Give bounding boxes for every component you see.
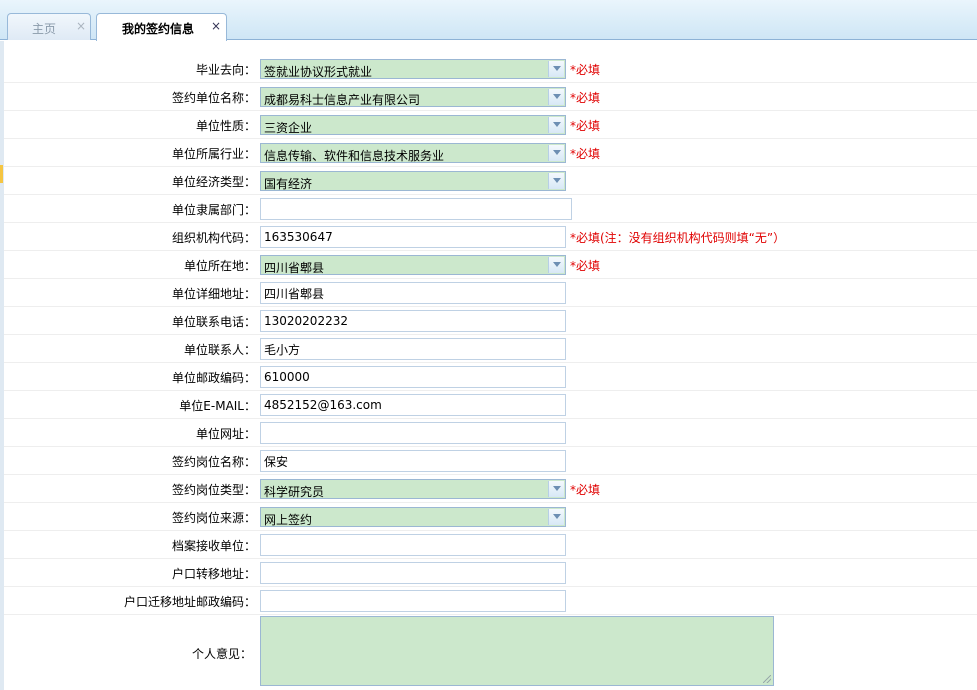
website-input[interactable] [260,422,566,444]
select-value: 四川省郫县 [264,261,325,275]
tab-my-contract-info[interactable]: 我的签约信息 × [96,13,227,41]
field-label: 户口迁移地址邮政编码： [123,595,256,609]
field-label: 单位经济类型： [171,175,256,189]
form-row-position-name: 签约岗位名称： [4,447,977,475]
form-row-position-type: 签约岗位类型： 科学研究员 *必填 [4,475,977,503]
contact-input[interactable] [260,338,566,360]
field-label: 档案接收单位： [171,539,256,553]
required-note: *必填 [570,259,601,273]
affiliated-department-input[interactable] [260,198,572,220]
field-label: 单位联系电话： [171,315,256,329]
field-label: 单位所在地： [183,259,256,273]
field-label: 单位E-MAIL： [179,399,256,413]
graduation-direction-select[interactable]: 签就业协议形式就业 [260,59,566,79]
form-row-economic-type: 单位经济类型： 国有经济 [4,167,977,195]
required-note: *必填 [570,63,601,77]
select-value: 科学研究员 [264,485,325,499]
field-label: 单位邮政编码： [171,371,256,385]
position-source-select[interactable]: 网上签约 [260,507,566,527]
resize-grip-icon[interactable] [763,675,771,683]
field-label: 单位性质： [195,119,256,133]
employer-name-select[interactable]: 成都易科士信息产业有限公司 [260,87,566,107]
form-row-postcode: 单位邮政编码： [4,363,977,391]
required-note: *必填 [570,483,601,497]
email-input[interactable] [260,394,566,416]
field-label: 单位隶属部门： [171,203,256,217]
select-value: 国有经济 [264,177,313,191]
required-note: *必填 [570,91,601,105]
select-value: 网上签约 [264,513,313,527]
field-label: 户口转移地址： [171,567,256,581]
field-label: 毕业去向： [195,63,256,77]
select-value: 签就业协议形式就业 [264,65,373,79]
chevron-down-icon[interactable] [548,61,564,77]
field-label: 单位网址： [195,427,256,441]
tab-home[interactable]: 主页 × [7,13,91,40]
address-input[interactable] [260,282,566,304]
form-row-website: 单位网址： [4,419,977,447]
location-select[interactable]: 四川省郫县 [260,255,566,275]
select-value: 三资企业 [264,121,313,135]
form-row-phone: 单位联系电话： [4,307,977,335]
form-row-archive-unit: 档案接收单位： [4,531,977,559]
org-code-input[interactable] [260,226,566,248]
hukou-address-input[interactable] [260,562,566,584]
required-note: *必填 [570,147,601,161]
form-row-affiliated-department: 单位隶属部门： [4,195,977,223]
field-label: 单位联系人： [183,343,256,357]
phone-input[interactable] [260,310,566,332]
close-icon[interactable]: × [76,19,86,33]
field-label: 签约岗位来源： [171,511,256,525]
form-row-hukou-postcode: 户口迁移地址邮政编码： [4,587,977,615]
employer-nature-select[interactable]: 三资企业 [260,115,566,135]
position-name-input[interactable] [260,450,566,472]
form-row-graduation-direction: 毕业去向： 签就业协议形式就业 *必填 [4,55,977,83]
required-note: *必填 [570,119,601,133]
form-row-address: 单位详细地址： [4,279,977,307]
select-value: 信息传输、软件和信息技术服务业 [264,149,445,163]
field-label: 个人意见： [191,647,252,661]
form-row-position-source: 签约岗位来源： 网上签约 [4,503,977,531]
close-icon[interactable]: × [211,19,221,33]
form-row-org-code: 组织机构代码： *必填(注：没有组织机构代码则填“无”） [4,223,977,251]
field-label: 签约岗位类型： [171,483,256,497]
form-row-hukou-address: 户口转移地址： [4,559,977,587]
tab-my-contract-info-label: 我的签约信息 [122,22,195,36]
postcode-input[interactable] [260,366,566,388]
field-label: 组织机构代码： [171,231,256,245]
form-row-contact: 单位联系人： [4,335,977,363]
tab-home-label: 主页 [32,22,57,36]
left-panel-marker [0,165,3,183]
select-value: 成都易科士信息产业有限公司 [264,93,421,107]
form-row-email: 单位E-MAIL： [4,391,977,419]
tab-bar: 主页 × 我的签约信息 × [0,0,977,41]
chevron-down-icon[interactable] [548,117,564,133]
chevron-down-icon[interactable] [548,145,564,161]
form-row-employer-industry: 单位所属行业： 信息传输、软件和信息技术服务业 *必填 [4,139,977,167]
economic-type-select[interactable]: 国有经济 [260,171,566,191]
archive-unit-input[interactable] [260,534,566,556]
chevron-down-icon[interactable] [548,257,564,273]
form-row-employer-name: 签约单位名称： 成都易科士信息产业有限公司 *必填 [4,83,977,111]
position-type-select[interactable]: 科学研究员 [260,479,566,499]
field-label: 签约岗位名称： [171,455,256,469]
chevron-down-icon[interactable] [548,89,564,105]
form-row-employer-nature: 单位性质： 三资企业 *必填 [4,111,977,139]
form-row-location: 单位所在地： 四川省郫县 *必填 [4,251,977,279]
org-code-required-note: *必填(注：没有组织机构代码则填“无”） [570,231,786,245]
chevron-down-icon[interactable] [548,509,564,525]
opinion-textarea[interactable] [260,616,774,686]
hukou-postcode-input[interactable] [260,590,566,612]
chevron-down-icon[interactable] [548,481,564,497]
employer-industry-select[interactable]: 信息传输、软件和信息技术服务业 [260,143,566,163]
field-label: 单位所属行业： [171,147,256,161]
chevron-down-icon[interactable] [548,173,564,189]
field-label: 签约单位名称： [171,91,256,105]
field-label: 单位详细地址： [171,287,256,301]
